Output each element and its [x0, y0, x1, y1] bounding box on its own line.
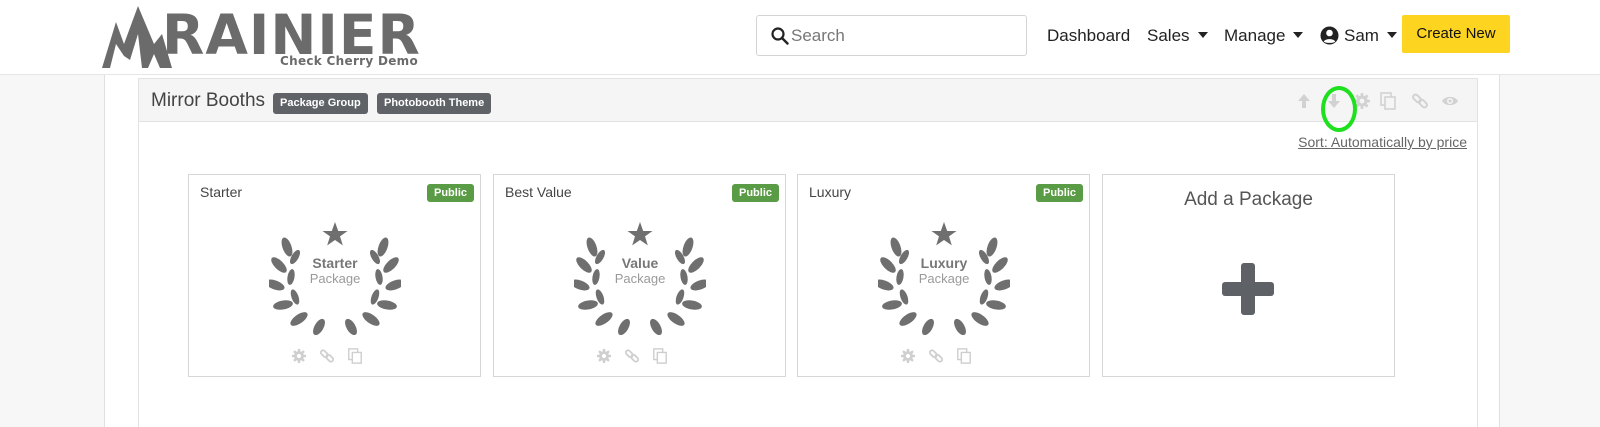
caret-down-icon — [1293, 32, 1304, 39]
nav-manage-label: Manage — [1224, 26, 1286, 45]
gear-icon[interactable] — [291, 348, 307, 364]
nav-user-dropdown[interactable]: Sam — [1320, 25, 1397, 47]
package-card-luxury[interactable]: Luxury Public Luxury Package — [797, 174, 1090, 377]
plus-icon[interactable] — [1220, 261, 1276, 317]
link-icon[interactable] — [1411, 92, 1429, 110]
copy-icon[interactable] — [1379, 92, 1397, 110]
user-circle-icon — [1320, 26, 1339, 45]
search-icon — [771, 27, 789, 45]
status-badge: Public — [426, 184, 474, 202]
nav-sales-label: Sales — [1147, 26, 1190, 45]
nav-dashboard[interactable]: Dashboard — [1047, 25, 1130, 47]
gear-icon[interactable] — [900, 348, 916, 364]
create-new-button[interactable]: Create New — [1402, 15, 1510, 53]
package-name: Starter — [200, 184, 243, 200]
wreath-title: Value — [621, 255, 659, 271]
wreath-subtitle: Package — [614, 271, 666, 286]
add-package-card[interactable]: Add a Package — [1102, 174, 1395, 377]
arrow-up-icon[interactable] — [1295, 92, 1313, 110]
search-box[interactable] — [756, 15, 1027, 56]
highlight-ring — [1321, 86, 1357, 132]
status-badge: Public — [731, 184, 779, 202]
copy-icon[interactable] — [956, 348, 972, 364]
panel-title: Mirror Booths — [151, 90, 266, 111]
gear-icon[interactable] — [596, 348, 612, 364]
card-actions — [900, 348, 990, 366]
package-card-starter[interactable]: Starter Public Starter Package — [188, 174, 481, 377]
package-name: Best Value — [505, 184, 572, 200]
panel-header: Mirror Booths Package Group Photobooth T… — [139, 79, 1477, 132]
package-image: Value Package — [570, 215, 710, 336]
caret-down-icon — [1386, 32, 1397, 39]
package-group-panel: Mirror Booths Package Group Photobooth T… — [138, 78, 1478, 427]
copy-icon[interactable] — [652, 348, 668, 364]
wreath-subtitle: Package — [309, 271, 361, 286]
main-content: Mirror Booths Package Group Photobooth T… — [104, 75, 1500, 427]
wreath-subtitle: Package — [918, 271, 970, 286]
status-badge: Public — [1035, 184, 1083, 202]
card-actions — [596, 348, 686, 366]
search-input[interactable] — [791, 22, 1016, 50]
sort-link[interactable]: Sort: Automatically by price — [1298, 134, 1467, 150]
wreath-title: Starter — [312, 255, 358, 271]
eye-icon[interactable] — [1441, 92, 1459, 110]
nav-manage-dropdown[interactable]: Manage — [1224, 25, 1304, 47]
nav-sales-dropdown[interactable]: Sales — [1147, 25, 1208, 47]
package-card-best-value[interactable]: Best Value Public Value Package — [493, 174, 786, 377]
photobooth-theme-badge: Photobooth Theme — [377, 93, 492, 114]
top-navbar: RAINIER Check Cherry Demo Dashboard Sale… — [0, 0, 1600, 75]
add-package-label: Add a Package — [1184, 189, 1313, 210]
package-group-badge: Package Group — [273, 93, 368, 114]
link-icon[interactable] — [624, 348, 640, 364]
copy-icon[interactable] — [347, 348, 363, 364]
wreath-title: Luxury — [920, 255, 968, 271]
link-icon[interactable] — [319, 348, 335, 364]
package-name: Luxury — [809, 184, 852, 200]
brand-tagline: Check Cherry Demo — [280, 54, 419, 68]
brand-logo[interactable]: RAINIER Check Cherry Demo — [102, 4, 420, 70]
package-image: Luxury Package — [874, 215, 1014, 336]
nav-user-label: Sam — [1344, 26, 1379, 45]
package-image: Starter Package — [265, 215, 405, 336]
caret-down-icon — [1197, 32, 1208, 39]
link-icon[interactable] — [928, 348, 944, 364]
card-actions — [291, 348, 381, 366]
